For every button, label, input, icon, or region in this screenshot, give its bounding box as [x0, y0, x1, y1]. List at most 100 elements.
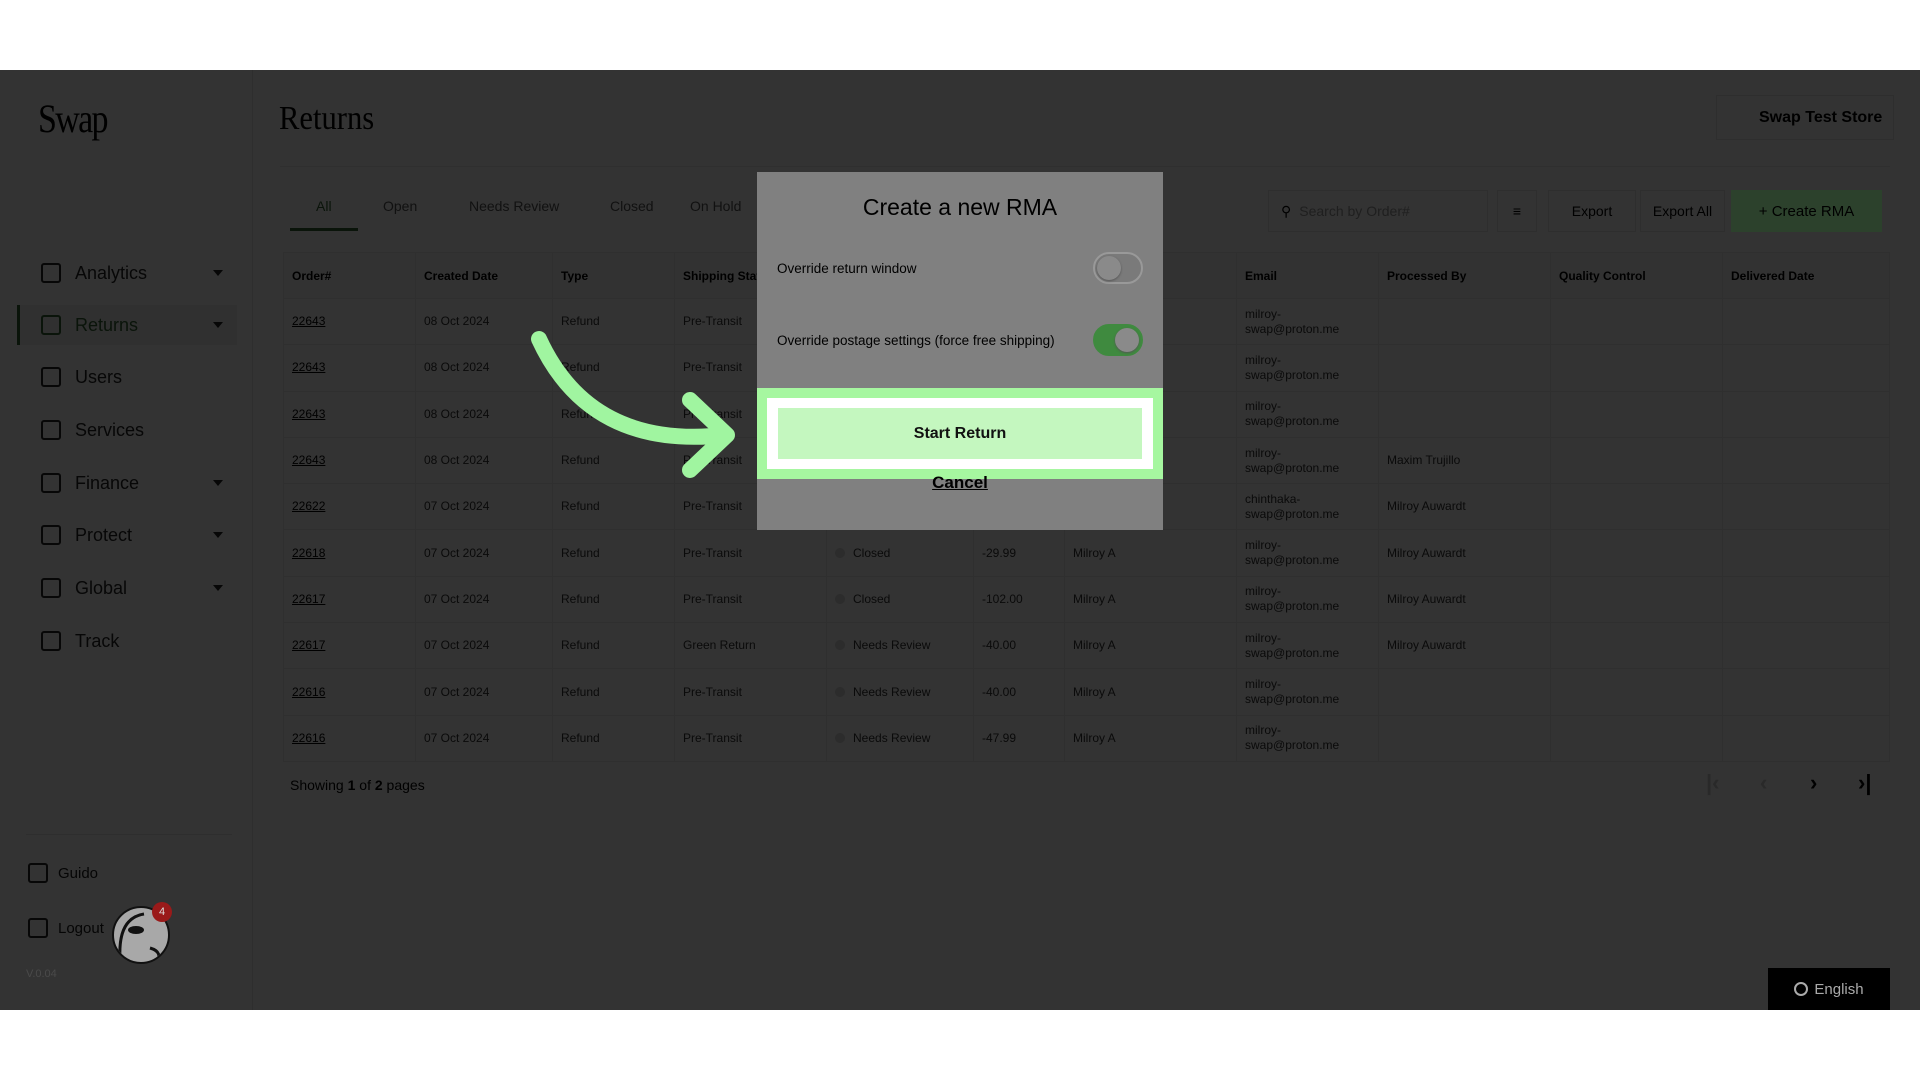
column-header: Email [1236, 252, 1379, 299]
sidebar-item-label: Returns [75, 314, 139, 335]
column-header: Type [552, 252, 675, 299]
email: milroy-swap@proton.me [1245, 584, 1340, 614]
chevron-down-icon[interactable] [213, 480, 223, 486]
table-cell: Milroy Auwardt [1378, 575, 1551, 624]
sidebar-item-analytics[interactable]: Analytics [17, 253, 237, 293]
store-name: Swap Test Store [1759, 108, 1883, 126]
email: milroy-swap@proton.me [1245, 538, 1340, 568]
order-link[interactable]: 22643 [292, 360, 325, 374]
prev-page-icon[interactable]: ‹ [1760, 770, 1767, 796]
table-cell: milroy-swap@proton.me [1236, 575, 1379, 624]
cancel-button[interactable]: Cancel [757, 473, 1163, 493]
tab-open[interactable]: Open [383, 198, 417, 228]
table-cell: Milroy Auwardt [1378, 529, 1551, 577]
table-cell: Pre-Transit [674, 668, 827, 716]
tab-all[interactable]: All [290, 198, 358, 231]
table-cell: Milroy A [1064, 575, 1237, 624]
create-rma-button[interactable]: + Create RMA [1731, 190, 1882, 232]
status-dot [835, 593, 845, 604]
sidebar-item-global[interactable]: Global [17, 568, 237, 608]
sidebar-item-returns[interactable]: Returns [17, 305, 237, 345]
tab-needs-review[interactable]: Needs Review [469, 198, 559, 228]
first-page-icon[interactable]: |‹ [1706, 770, 1719, 796]
table-cell: milroy-swap@proton.me [1236, 529, 1379, 577]
store-selector[interactable]: Swap Test Store [1716, 95, 1894, 140]
table-cell: 08 Oct 2024 [415, 436, 553, 485]
table-cell: Refund [552, 714, 675, 762]
sidebar: Swap Analytics Returns Users Services Financ… [0, 70, 253, 1010]
table-row[interactable]: 22616 07 Oct 2024 Refund Pre-Transit Needs R… [283, 714, 1890, 762]
table-cell: Refund [552, 390, 675, 438]
last-page-icon[interactable]: ›| [1858, 770, 1871, 796]
globe-icon [41, 578, 61, 598]
table-cell [1722, 714, 1890, 762]
table-cell: 22616 [283, 668, 416, 716]
table-cell: Refund [552, 344, 675, 392]
table-cell: Refund [552, 529, 675, 577]
order-link[interactable]: 22616 [292, 685, 325, 699]
start-return-button[interactable]: Start Return [778, 408, 1142, 459]
table-cell [1378, 390, 1551, 438]
export-all-button[interactable]: Export All [1640, 190, 1725, 232]
logout-button[interactable]: Logout [28, 918, 104, 938]
order-link[interactable]: 22617 [292, 638, 325, 652]
next-page-icon[interactable]: › [1810, 770, 1817, 796]
table-cell [1550, 390, 1723, 438]
email: milroy-swap@proton.me [1245, 677, 1340, 707]
table-cell [1378, 297, 1551, 346]
order-link[interactable]: 22622 [292, 499, 325, 513]
table-row[interactable]: 22618 07 Oct 2024 Refund Pre-Transit Closed -… [283, 529, 1890, 577]
order-link[interactable]: 22617 [292, 592, 325, 606]
table-row[interactable]: 22617 07 Oct 2024 Refund Green Return Needs … [283, 622, 1890, 670]
filter-icon: ≡ [1512, 203, 1522, 219]
table-cell: 07 Oct 2024 [415, 622, 553, 670]
export-button[interactable]: Export [1548, 190, 1636, 232]
sidebar-item-track[interactable]: Track [17, 621, 237, 661]
chevron-down-icon[interactable] [213, 585, 223, 591]
table-cell: milroy-swap@proton.me [1236, 436, 1379, 485]
box-icon [41, 315, 61, 335]
table-cell [1550, 668, 1723, 716]
chevron-down-icon[interactable] [213, 322, 223, 328]
language-button[interactable]: English [1768, 968, 1890, 1010]
order-link[interactable]: 22643 [292, 453, 325, 467]
search-input[interactable]: ⚲ Search by Order# [1268, 190, 1488, 232]
grid-dots-icon [41, 420, 61, 440]
table-cell: Closed [826, 575, 974, 624]
sidebar-item-protect[interactable]: Protect [17, 515, 237, 555]
chevron-down-icon[interactable] [213, 532, 223, 538]
user-profile[interactable]: Guido [28, 863, 98, 883]
table-cell: 22643 [283, 344, 416, 392]
status-dot [835, 732, 845, 743]
table-row[interactable]: 22616 07 Oct 2024 Refund Pre-Transit Needs R… [283, 668, 1890, 716]
order-link[interactable]: 22616 [292, 731, 325, 745]
tab-on-hold[interactable]: On Hold [690, 198, 741, 228]
column-header: Delivered Date [1722, 252, 1890, 299]
filter-button[interactable]: ≡ [1497, 190, 1537, 232]
sidebar-item-finance[interactable]: Finance [17, 463, 237, 503]
email: milroy-swap@proton.me [1245, 352, 1340, 382]
sidebar-item-services[interactable]: Services [17, 410, 237, 450]
override-postage-label: Override postage settings (force free sh… [777, 332, 1055, 348]
column-header: Quality Control [1550, 252, 1723, 299]
override-return-window-toggle[interactable] [1093, 252, 1143, 284]
email: milroy-swap@proton.me [1245, 723, 1340, 753]
override-postage-toggle[interactable] [1093, 324, 1143, 356]
sidebar-item-users[interactable]: Users [17, 357, 237, 397]
email: milroy-swap@proton.me [1245, 630, 1340, 660]
table-cell: Refund [552, 436, 675, 485]
override-return-window-row: Override return window [777, 252, 1143, 284]
table-cell: 07 Oct 2024 [415, 529, 553, 577]
divider [26, 834, 232, 835]
override-postage-row: Override postage settings (force free sh… [777, 324, 1143, 356]
table-cell: chinthaka-swap@proton.me [1236, 483, 1379, 531]
table-row[interactable]: 22617 07 Oct 2024 Refund Pre-Transit Closed -… [283, 575, 1890, 624]
table-cell: 22643 [283, 436, 416, 485]
chevron-down-icon[interactable] [213, 270, 223, 276]
order-link[interactable]: 22618 [292, 546, 325, 560]
order-link[interactable]: 22643 [292, 407, 325, 421]
tab-closed[interactable]: Closed [610, 198, 654, 228]
order-link[interactable]: 22643 [292, 314, 325, 328]
sidebar-item-label: Users [75, 366, 123, 387]
table-cell: -40.00 [973, 622, 1065, 670]
